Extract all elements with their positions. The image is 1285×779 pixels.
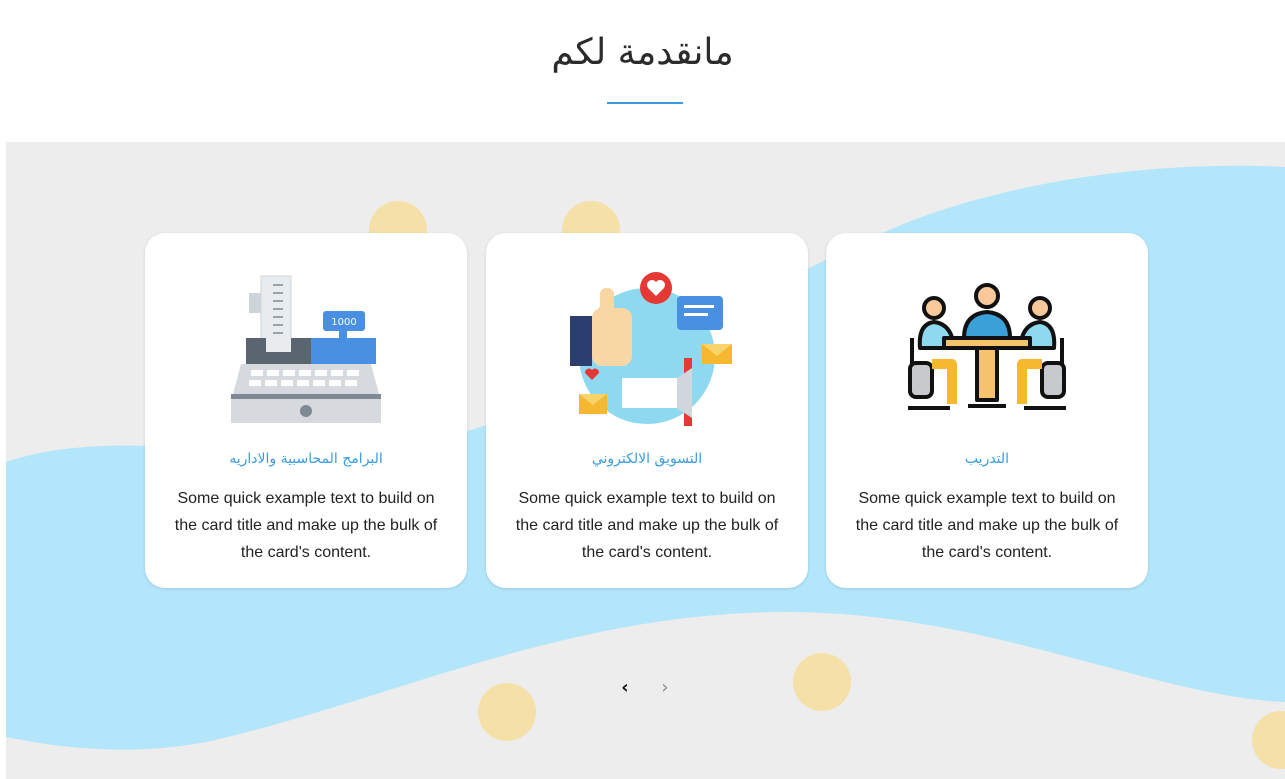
title-underline xyxy=(607,102,683,104)
carousel-prev-button[interactable]: ‹ xyxy=(613,676,637,700)
service-card-training[interactable]: التدريب Some quick example text to build… xyxy=(826,233,1148,588)
cash-register-icon: 1000 xyxy=(145,268,467,433)
card-title: التسويق الالكتروني xyxy=(591,451,703,467)
card-title: البرامج المحاسبية والاداريه xyxy=(229,451,383,467)
digital-marketing-icon xyxy=(486,268,808,433)
card-text: Some quick example text to build on the … xyxy=(515,490,779,561)
dot-4 xyxy=(478,683,536,741)
carousel-next-button[interactable]: › xyxy=(653,676,677,700)
service-card-accounting[interactable]: 1000 البرامج المحاسبية والاداريه Some qu… xyxy=(145,233,467,588)
section-title: مانقدمة لكم xyxy=(551,32,734,73)
card-text: Some quick example text to build on the … xyxy=(855,490,1119,561)
card-title: التدريب xyxy=(964,451,1010,467)
svg-text:1000: 1000 xyxy=(331,317,356,328)
dot-5 xyxy=(1252,711,1285,769)
dot-3 xyxy=(793,653,851,711)
service-card-marketing[interactable]: التسويق الالكتروني Some quick example te… xyxy=(486,233,808,588)
training-meeting-icon xyxy=(826,268,1148,433)
card-text: Some quick example text to build on the … xyxy=(174,490,438,561)
